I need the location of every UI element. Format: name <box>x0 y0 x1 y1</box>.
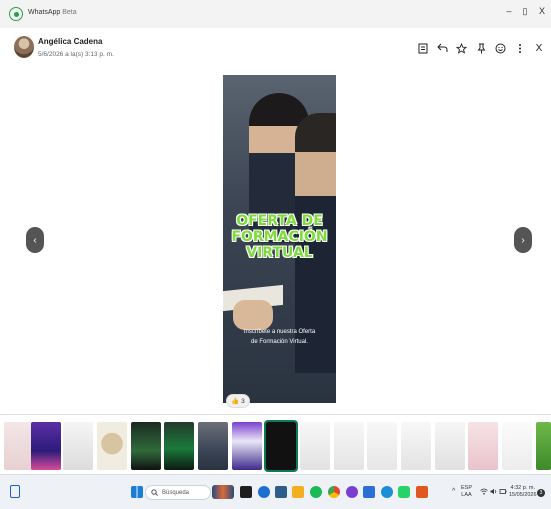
thumbnail[interactable] <box>164 422 194 470</box>
thumbnail[interactable] <box>367 422 397 470</box>
thumbnail[interactable] <box>31 422 61 470</box>
messenger-icon[interactable] <box>346 486 358 498</box>
photo-hand <box>233 300 273 330</box>
thumbnail[interactable] <box>401 422 431 470</box>
thumbnail[interactable] <box>502 422 532 470</box>
wifi-icon[interactable] <box>480 488 488 495</box>
message-timestamp: 5/6/2026 a la(s) 3:13 p. m. <box>38 51 114 58</box>
thumbnail[interactable] <box>334 422 364 470</box>
pin-icon[interactable] <box>475 42 487 54</box>
thumbnail[interactable] <box>97 422 127 470</box>
search-placeholder: Búsqueda <box>162 489 190 496</box>
list-icon[interactable] <box>417 42 429 54</box>
word-icon[interactable] <box>363 486 375 498</box>
explorer-icon[interactable] <box>275 486 287 498</box>
reaction-count: 3 <box>241 397 245 405</box>
more-icon[interactable] <box>514 42 526 54</box>
thumbnail[interactable] <box>131 422 161 470</box>
thumbnail[interactable] <box>198 422 228 470</box>
status-image[interactable]: OFERTA DE FORMACIÓN VIRTUAL Inscríbete a… <box>223 75 336 403</box>
media-viewer: ‹ › OFERTA DE FORMACIÓN VIRTUAL Inscríbe… <box>0 68 551 414</box>
thumbnail[interactable] <box>300 422 330 470</box>
overlay-subtitle: Inscríbete a nuestra Oferta de Formación… <box>243 329 316 345</box>
thumbnail[interactable] <box>232 422 262 470</box>
language-indicator[interactable]: ESP LAA <box>461 485 472 499</box>
volume-icon[interactable] <box>490 488 498 495</box>
thumbnail[interactable] <box>468 422 498 470</box>
whatsapp-taskbar-icon[interactable] <box>398 486 410 498</box>
taskbar-search[interactable]: Búsqueda <box>145 485 211 500</box>
battery-icon[interactable] <box>499 488 507 495</box>
search-icon <box>151 489 158 496</box>
notification-badge[interactable]: 3 <box>537 489 545 497</box>
avatar[interactable] <box>14 36 34 58</box>
thumbnail[interactable] <box>4 422 34 470</box>
start-icon[interactable] <box>131 486 143 498</box>
windows-taskbar: Búsqueda ^ ESP LAA 4:32 p. m. 15/05/2026 <box>0 474 551 509</box>
overlay-title: OFERTA DE FORMACIÓN VIRTUAL <box>231 213 328 261</box>
sender-name: Angélica Cadena <box>38 37 103 46</box>
copilot-icon[interactable] <box>258 486 270 498</box>
clock[interactable]: 4:32 p. m. 15/05/2026 <box>509 485 537 499</box>
close-viewer-button[interactable]: X <box>533 42 545 54</box>
emoji-icon[interactable] <box>494 42 506 54</box>
widgets-icon[interactable] <box>10 485 20 498</box>
chrome-icon[interactable] <box>328 486 340 498</box>
app-title: WhatsApp Beta <box>28 9 77 16</box>
spotify-icon[interactable] <box>310 486 322 498</box>
media-header: Angélica Cadena 5/6/2026 a la(s) 3:13 p.… <box>0 28 551 68</box>
whatsapp-media-viewer: WhatsApp Beta – ▯ X Angélica Cadena 5/6/… <box>0 0 551 509</box>
maximize-button[interactable]: ▯ <box>518 6 532 17</box>
news-widget-icon[interactable] <box>212 485 234 499</box>
task-view-icon[interactable] <box>240 486 252 498</box>
thumbnail[interactable] <box>63 422 93 470</box>
close-window-button[interactable]: X <box>535 6 549 16</box>
next-media-button[interactable]: › <box>514 227 532 253</box>
office-icon[interactable] <box>416 486 428 498</box>
folder-icon[interactable] <box>292 486 304 498</box>
edge-icon[interactable] <box>381 486 393 498</box>
whatsapp-logo-icon <box>9 7 23 21</box>
tray-chevron-icon[interactable]: ^ <box>452 488 455 495</box>
thumbnail[interactable] <box>536 422 551 470</box>
thumbnail-selected[interactable] <box>264 420 298 472</box>
minimize-button[interactable]: – <box>502 6 516 16</box>
thumbs-up-icon: 👍 <box>231 398 240 405</box>
thumbnail-strip <box>0 414 551 474</box>
reaction-badge[interactable]: 👍 3 <box>226 394 250 408</box>
previous-media-button[interactable]: ‹ <box>26 227 44 253</box>
reply-icon[interactable] <box>436 42 448 54</box>
thumbnail[interactable] <box>435 422 465 470</box>
star-icon[interactable] <box>455 42 467 54</box>
title-bar: WhatsApp Beta – ▯ X <box>0 0 551 28</box>
